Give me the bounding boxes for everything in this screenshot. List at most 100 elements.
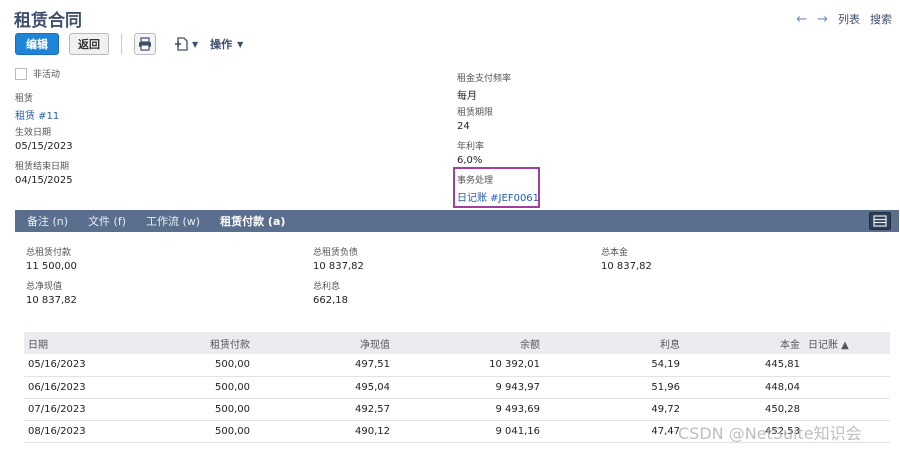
total-liability-value: 10 837,82 bbox=[313, 261, 364, 272]
total-principal-field: 总本金 10 837,82 bbox=[601, 245, 652, 272]
tab-workflow[interactable]: 工作流 (w) bbox=[146, 213, 200, 229]
lease-label: 租赁 bbox=[15, 94, 34, 104]
list-link[interactable]: 列表 bbox=[838, 11, 860, 27]
cell-journal bbox=[804, 354, 890, 377]
table-row: 05/16/2023 500,00 497,51 10 392,01 54,19… bbox=[24, 354, 890, 377]
cell-date: 07/16/2023 bbox=[24, 398, 114, 421]
total-pv-field: 总净现值 10 837,82 bbox=[26, 279, 77, 306]
cell-interest: 54,19 bbox=[544, 354, 684, 377]
top-navigation: ← → 列表 搜索 bbox=[796, 11, 892, 27]
cell-payment: 500,00 bbox=[114, 354, 254, 377]
payment-frequency-field: 租金支付频率 每月 bbox=[457, 71, 511, 102]
cell-payment: 500,00 bbox=[114, 376, 254, 399]
edit-button[interactable]: 编辑 bbox=[15, 33, 59, 55]
cell-principal: 450,28 bbox=[684, 398, 804, 421]
column-header-principal[interactable]: 本金 bbox=[684, 332, 804, 354]
inactive-checkbox[interactable] bbox=[15, 67, 27, 80]
column-header-interest[interactable]: 利息 bbox=[544, 332, 684, 354]
cell-date: 06/16/2023 bbox=[24, 376, 114, 399]
lease-term-field: 租赁期限 24 bbox=[457, 105, 493, 132]
collapse-toggle-icon bbox=[873, 215, 887, 227]
column-header-journal[interactable]: 日记账 ▲ bbox=[804, 332, 890, 354]
total-liability-label: 总租赁负债 bbox=[313, 248, 359, 258]
toolbar: 编辑 返回 ▼ 操作 ▼ bbox=[15, 33, 243, 55]
column-header-balance[interactable]: 余额 bbox=[394, 332, 544, 354]
total-pv-label: 总净现值 bbox=[26, 282, 63, 292]
chevron-down-icon: ▼ bbox=[192, 39, 199, 49]
lease-term-value: 24 bbox=[457, 121, 470, 132]
inactive-label: 非活动 bbox=[33, 70, 61, 80]
end-date-value: 04/15/2025 bbox=[15, 175, 73, 186]
cell-payment: 500,00 bbox=[114, 398, 254, 421]
new-document-icon bbox=[175, 37, 188, 51]
cell-journal bbox=[804, 376, 890, 399]
lease-term-label: 租赁期限 bbox=[457, 108, 494, 118]
lease-link[interactable]: 租赁 #11 bbox=[15, 107, 59, 122]
total-liability-field: 总租赁负债 10 837,82 bbox=[313, 245, 364, 272]
cell-balance: 10 392,01 bbox=[394, 354, 544, 377]
cell-journal bbox=[804, 398, 890, 421]
cell-npv: 497,51 bbox=[254, 354, 394, 377]
tab-lease-payments[interactable]: 租赁付款 (a) bbox=[220, 213, 285, 229]
back-button[interactable]: 返回 bbox=[69, 33, 109, 55]
watermark: CSDN @NetSuite知识会 bbox=[678, 424, 862, 443]
cell-principal: 445,81 bbox=[684, 354, 804, 377]
payment-frequency-label: 租金支付频率 bbox=[457, 74, 512, 84]
tab-files[interactable]: 文件 (f) bbox=[88, 213, 126, 229]
tab-notes[interactable]: 备注 (n) bbox=[27, 213, 68, 229]
effective-date-label: 生效日期 bbox=[15, 128, 52, 138]
transaction-link[interactable]: 日记账 #JEF0061 bbox=[457, 189, 539, 204]
total-interest-value: 662,18 bbox=[313, 295, 348, 306]
cell-npv: 492,57 bbox=[254, 398, 394, 421]
table-row: 06/16/2023 500,00 495,04 9 943,97 51,96 … bbox=[24, 376, 890, 399]
collapse-toggle-button[interactable] bbox=[869, 212, 891, 230]
cell-interest: 49,72 bbox=[544, 398, 684, 421]
cell-balance: 9 041,16 bbox=[394, 420, 544, 443]
actions-menu[interactable]: 操作 ▼ bbox=[210, 36, 243, 52]
toolbar-divider bbox=[121, 34, 122, 54]
cell-date: 05/16/2023 bbox=[24, 354, 114, 377]
cell-npv: 495,04 bbox=[254, 376, 394, 399]
effective-date-value: 05/15/2023 bbox=[15, 141, 73, 152]
annual-rate-field: 年利率 6,0% bbox=[457, 139, 484, 166]
cell-principal: 448,04 bbox=[684, 376, 804, 399]
forward-arrow-icon[interactable]: → bbox=[817, 12, 828, 27]
cell-balance: 9 493,69 bbox=[394, 398, 544, 421]
table-row: 07/16/2023 500,00 492,57 9 493,69 49,72 … bbox=[24, 398, 890, 421]
total-interest-label: 总利息 bbox=[313, 282, 341, 292]
column-header-date[interactable]: 日期 bbox=[24, 332, 114, 354]
chevron-down-icon: ▼ bbox=[237, 39, 244, 49]
cell-npv: 490,12 bbox=[254, 420, 394, 443]
effective-date-field: 生效日期 05/15/2023 bbox=[15, 125, 73, 152]
end-date-label: 租赁结束日期 bbox=[15, 162, 70, 172]
end-date-field: 租赁结束日期 04/15/2025 bbox=[15, 159, 73, 186]
lease-field: 租赁 租赁 #11 bbox=[15, 91, 59, 122]
page-title: 租赁合同 bbox=[14, 11, 82, 31]
total-payments-label: 总租赁付款 bbox=[26, 248, 72, 258]
total-principal-value: 10 837,82 bbox=[601, 261, 652, 272]
total-payments-field: 总租赁付款 11 500,00 bbox=[26, 245, 77, 272]
print-button[interactable] bbox=[134, 33, 156, 55]
back-arrow-icon[interactable]: ← bbox=[796, 12, 807, 27]
inactive-field: 非活动 bbox=[15, 67, 60, 80]
annual-rate-value: 6,0% bbox=[457, 155, 483, 166]
payment-frequency-value: 每月 bbox=[457, 91, 477, 102]
cell-date: 08/16/2023 bbox=[24, 420, 114, 443]
cell-balance: 9 943,97 bbox=[394, 376, 544, 399]
total-interest-field: 总利息 662,18 bbox=[313, 279, 348, 306]
search-link[interactable]: 搜索 bbox=[870, 11, 892, 27]
column-header-payment[interactable]: 租赁付款 bbox=[114, 332, 254, 354]
cell-payment: 500,00 bbox=[114, 420, 254, 443]
actions-label: 操作 bbox=[210, 38, 233, 51]
table-header-row: 日期 租赁付款 净现值 余额 利息 本金 日记账 ▲ bbox=[24, 332, 890, 354]
cell-interest: 47,47 bbox=[544, 420, 684, 443]
transaction-field: 事务处理 日记账 #JEF0061 bbox=[457, 173, 539, 204]
column-header-npv[interactable]: 净现值 bbox=[254, 332, 394, 354]
subtab-bar: 备注 (n) 文件 (f) 工作流 (w) 租赁付款 (a) bbox=[15, 210, 899, 232]
annual-rate-label: 年利率 bbox=[457, 142, 485, 152]
total-payments-value: 11 500,00 bbox=[26, 261, 77, 272]
transaction-label: 事务处理 bbox=[457, 176, 494, 186]
new-document-menu[interactable]: ▼ bbox=[174, 36, 198, 52]
total-pv-value: 10 837,82 bbox=[26, 295, 77, 306]
cell-interest: 51,96 bbox=[544, 376, 684, 399]
